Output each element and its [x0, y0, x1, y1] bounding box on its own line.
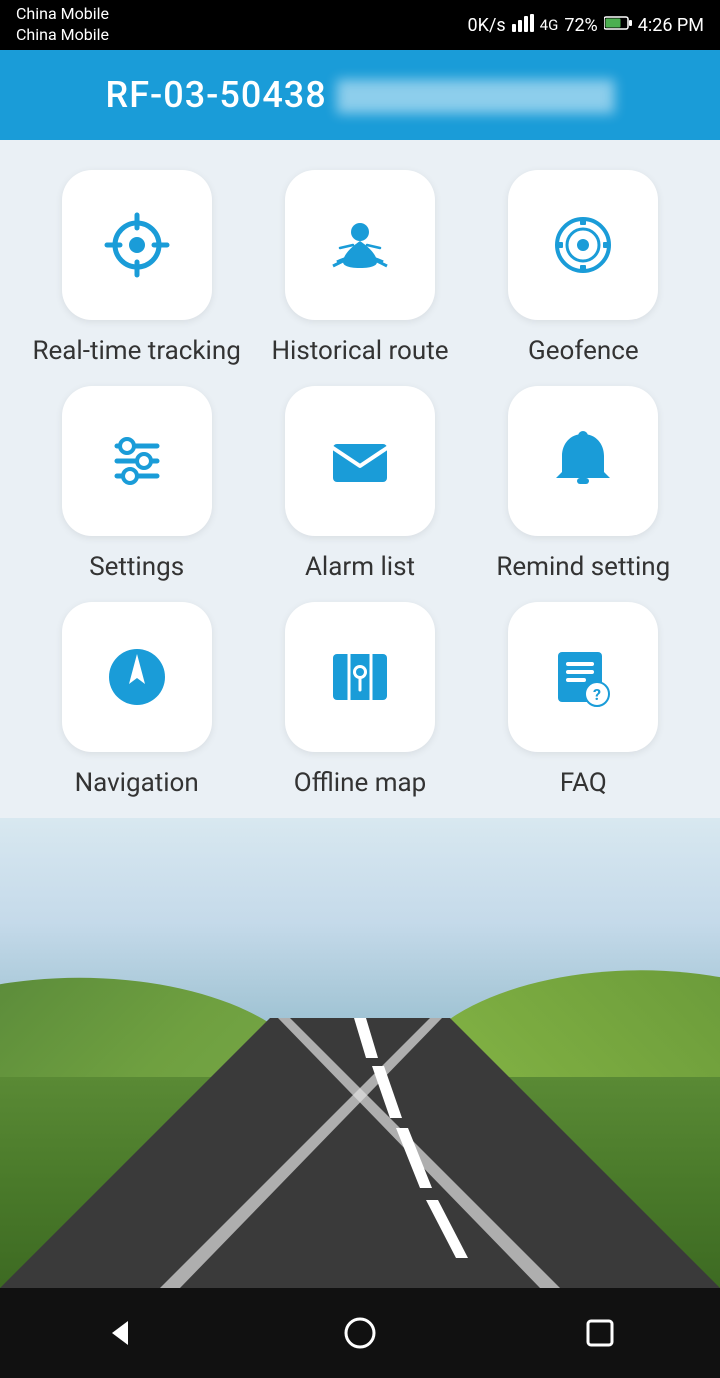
- navigation-label: Navigation: [75, 768, 199, 798]
- grid-item-historical[interactable]: Historical route: [253, 170, 466, 366]
- app-header: RF-03-50438 ██████████████: [0, 50, 720, 140]
- grid-item-navigation[interactable]: Navigation: [30, 602, 243, 798]
- faq-icon-circle: ?: [508, 602, 658, 752]
- offline-label: Offline map: [294, 768, 427, 798]
- navigation-icon-circle: [62, 602, 212, 752]
- alarm-label: Alarm list: [305, 552, 415, 582]
- historical-route-icon: [325, 210, 395, 280]
- status-bar: China Mobile China Mobile 0K/s 4G 72% 4:…: [0, 0, 720, 50]
- home-icon: [340, 1313, 380, 1353]
- back-icon: [100, 1313, 140, 1353]
- settings-icon-circle: [62, 386, 212, 536]
- carrier-info: China Mobile China Mobile: [16, 4, 109, 46]
- grid-item-offline[interactable]: Offline map: [253, 602, 466, 798]
- menu-grid: Real-time tracking Historical route: [0, 140, 720, 818]
- device-subtitle: ██████████████: [337, 79, 615, 112]
- faq-label: FAQ: [560, 768, 607, 798]
- historical-icon-circle: [285, 170, 435, 320]
- geofence-icon-circle: [508, 170, 658, 320]
- offline-map-icon: [325, 642, 395, 712]
- remind-label: Remind setting: [496, 552, 670, 582]
- offline-icon-circle: [285, 602, 435, 752]
- grid-item-alarm[interactable]: Alarm list: [253, 386, 466, 582]
- grid-item-geofence[interactable]: Geofence: [477, 170, 690, 366]
- speed-indicator: 0K/s: [468, 15, 506, 36]
- grid-item-remind[interactable]: Remind setting: [477, 386, 690, 582]
- realtime-label: Real-time tracking: [32, 336, 240, 366]
- carrier1: China Mobile: [16, 4, 109, 25]
- road-pavement: [0, 818, 720, 1288]
- road-background: [0, 818, 720, 1288]
- settings-label: Settings: [89, 552, 184, 582]
- bottom-nav-bar: [0, 1288, 720, 1378]
- recents-icon: [580, 1313, 620, 1353]
- home-button[interactable]: [325, 1298, 395, 1368]
- grid-item-realtime[interactable]: Real-time tracking: [30, 170, 243, 366]
- bell-icon: [548, 426, 618, 496]
- battery-text: 72%: [564, 15, 597, 36]
- grid-item-faq[interactable]: ? FAQ: [477, 602, 690, 798]
- realtime-icon-circle: [62, 170, 212, 320]
- network-type: 4G: [540, 16, 559, 34]
- back-button[interactable]: [85, 1298, 155, 1368]
- battery-icon: [604, 15, 632, 36]
- geofence-icon: [548, 210, 618, 280]
- mail-icon: [325, 426, 395, 496]
- signal-icon: [512, 14, 534, 37]
- device-id: RF-03-50438: [106, 74, 327, 116]
- svg-text:?: ?: [593, 685, 601, 704]
- faq-icon: ?: [548, 642, 618, 712]
- remind-icon-circle: [508, 386, 658, 536]
- historical-label: Historical route: [271, 336, 448, 366]
- carrier2: China Mobile: [16, 25, 109, 46]
- time: 4:26 PM: [638, 15, 704, 36]
- grid-item-settings[interactable]: Settings: [30, 386, 243, 582]
- settings-sliders-icon: [102, 426, 172, 496]
- status-icons: 0K/s 4G 72% 4:26 PM: [468, 14, 704, 37]
- grid-container: Real-time tracking Historical route: [30, 170, 690, 798]
- recents-button[interactable]: [565, 1298, 635, 1368]
- crosshair-icon: [102, 210, 172, 280]
- geofence-label: Geofence: [528, 336, 639, 366]
- navigation-compass-icon: [102, 642, 172, 712]
- alarm-icon-circle: [285, 386, 435, 536]
